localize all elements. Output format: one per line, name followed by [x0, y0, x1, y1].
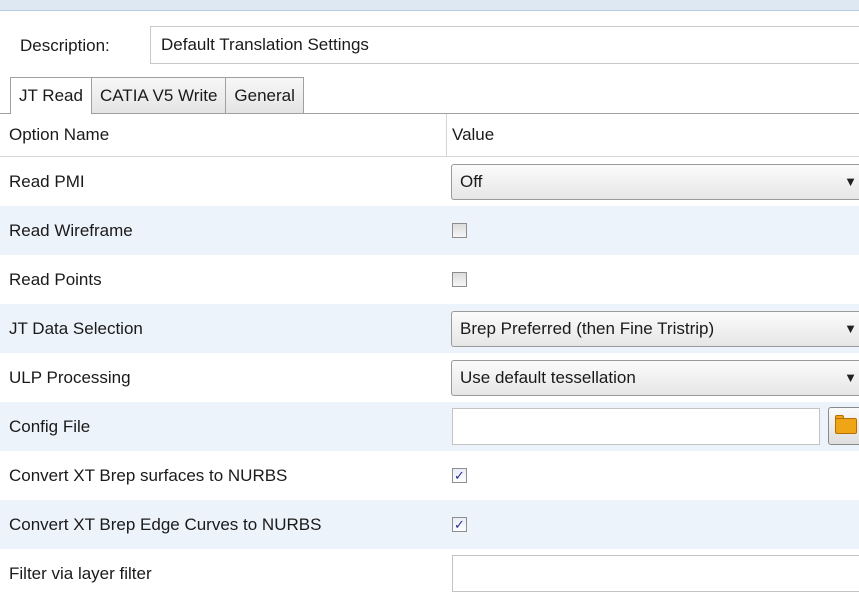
browse-button[interactable] [828, 407, 859, 445]
description-field[interactable]: Default Translation Settings [150, 26, 859, 64]
grid-header: Option Name Value [0, 114, 859, 157]
chevron-down-icon: ▼ [844, 321, 857, 336]
config-file-input[interactable] [452, 408, 820, 445]
convert-edge-curves-checkbox[interactable]: ✓ [452, 517, 467, 532]
ulp-processing-select[interactable]: Use default tessellation ▼ [451, 360, 859, 396]
option-row-convert-edge-curves: Convert XT Brep Edge Curves to NURBS ✓ [0, 500, 859, 549]
description-label: Description: [20, 36, 110, 55]
option-row-jt-data-selection: JT Data Selection Brep Preferred (then F… [0, 304, 859, 353]
select-value: Brep Preferred (then Fine Tristrip) [460, 319, 715, 338]
option-row-read-pmi: Read PMI Off ▼ [0, 157, 859, 206]
folder-open-icon [835, 418, 857, 434]
select-value: Use default tessellation [460, 368, 636, 387]
option-row-ulp-processing: ULP Processing Use default tessellation … [0, 353, 859, 402]
chevron-down-icon: ▼ [844, 174, 857, 189]
option-row-read-points: Read Points [0, 255, 859, 304]
window-top-border [0, 0, 859, 11]
option-label: Config File [9, 417, 91, 436]
chevron-down-icon: ▼ [844, 370, 857, 385]
option-label: Filter via layer filter [9, 564, 152, 583]
option-label: Convert XT Brep surfaces to NURBS [9, 466, 288, 485]
read-points-checkbox[interactable] [452, 272, 467, 287]
read-wireframe-checkbox[interactable] [452, 223, 467, 238]
option-row-read-wireframe: Read Wireframe [0, 206, 859, 255]
tab-strip: JT Read CATIA V5 Write General [10, 77, 304, 114]
checkmark-icon: ✓ [454, 517, 465, 532]
option-label: Convert XT Brep Edge Curves to NURBS [9, 515, 322, 534]
description-row: Description: Default Translation Setting… [0, 11, 859, 71]
checkmark-icon: ✓ [454, 468, 465, 483]
option-label: ULP Processing [9, 368, 131, 387]
convert-surfaces-checkbox[interactable]: ✓ [452, 468, 467, 483]
column-divider[interactable] [446, 114, 447, 156]
option-row-convert-surfaces: Convert XT Brep surfaces to NURBS ✓ [0, 451, 859, 500]
option-label: Read Wireframe [9, 221, 133, 240]
option-row-filter-layer: Filter via layer filter [0, 549, 859, 598]
tab-general[interactable]: General [225, 77, 304, 113]
option-label: Read PMI [9, 172, 85, 191]
jt-data-selection-select[interactable]: Brep Preferred (then Fine Tristrip) ▼ [451, 311, 859, 347]
option-label: JT Data Selection [9, 319, 143, 338]
read-pmi-select[interactable]: Off ▼ [451, 164, 859, 200]
column-header-value[interactable]: Value [452, 114, 494, 156]
layer-filter-input[interactable] [452, 555, 859, 592]
select-value: Off [460, 172, 483, 191]
tab-catia-v5-write[interactable]: CATIA V5 Write [90, 77, 227, 113]
column-header-option-name[interactable]: Option Name [9, 114, 109, 156]
option-row-config-file: Config File [0, 402, 859, 451]
option-label: Read Points [9, 270, 102, 289]
tab-jt-read[interactable]: JT Read [10, 77, 92, 114]
